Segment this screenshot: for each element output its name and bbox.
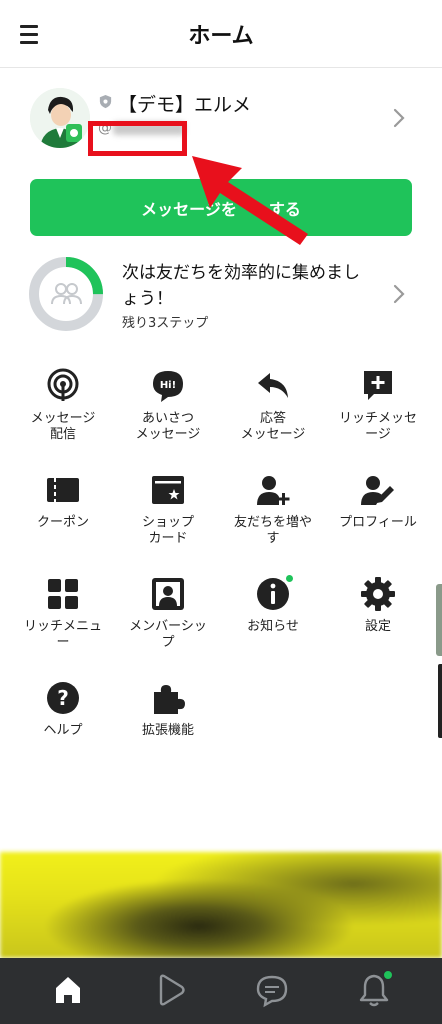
menu-item-auto-reply[interactable]: 応答 メッセージ bbox=[218, 368, 328, 443]
promo-banner[interactable] bbox=[0, 852, 442, 958]
rich-menu-icon bbox=[48, 579, 78, 609]
play-icon[interactable] bbox=[152, 972, 188, 1008]
svg-text:?: ? bbox=[57, 686, 69, 710]
side-scroll-handle[interactable] bbox=[436, 584, 442, 656]
menu-item-settings[interactable]: 設定 bbox=[323, 576, 433, 635]
rich-message-icon bbox=[364, 371, 392, 400]
home-icon[interactable] bbox=[50, 972, 86, 1008]
account-profile-row[interactable]: 【デモ】エルメ @ bbox=[0, 68, 442, 168]
announcement-badge bbox=[285, 574, 294, 583]
menu-item-add-friends[interactable]: 友だちを増やす bbox=[218, 472, 328, 547]
setup-steps-card[interactable]: 次は友だちを効率的に集めましょう！ 残り3ステップ bbox=[0, 250, 442, 342]
menu-item-profile[interactable]: プロフィール bbox=[323, 472, 433, 531]
chevron-right-icon[interactable] bbox=[390, 282, 408, 306]
chevron-right-icon[interactable] bbox=[390, 106, 408, 130]
help-icon: ? bbox=[47, 682, 79, 714]
menu-item-help[interactable]: ? ヘルプ bbox=[8, 680, 118, 739]
menu-item-broadcast[interactable]: メッセージ 配信 bbox=[8, 368, 118, 443]
profile-edit-icon bbox=[361, 476, 394, 505]
friends-icon bbox=[51, 283, 82, 305]
menu-item-greeting[interactable]: Hi! あいさつ メッセージ bbox=[113, 368, 223, 443]
add-friend-icon bbox=[257, 476, 290, 505]
annotation-highlight-box bbox=[88, 121, 187, 156]
coupon-icon bbox=[47, 478, 79, 502]
menu-item-rich-message[interactable]: リッチメッセ ージ bbox=[323, 368, 433, 443]
shield-icon bbox=[99, 94, 112, 109]
page-title: ホーム bbox=[188, 24, 254, 49]
svg-text:Hi!: Hi! bbox=[160, 380, 176, 391]
greeting-icon: Hi! bbox=[153, 371, 183, 402]
account-name: 【デモ】エルメ bbox=[118, 94, 252, 116]
notification-badge bbox=[383, 970, 393, 980]
steps-title: 次は友だちを効率的に集めましょう！ bbox=[122, 263, 360, 309]
menu-item-extensions[interactable]: 拡張機能 bbox=[113, 680, 223, 739]
broadcast-icon bbox=[47, 368, 79, 401]
gear-icon bbox=[361, 577, 395, 611]
reply-icon bbox=[258, 373, 288, 398]
app-header: ホーム bbox=[0, 0, 442, 68]
send-message-button[interactable]: メッセージを する bbox=[30, 179, 412, 236]
membership-icon bbox=[152, 578, 184, 610]
side-scroll-handle-dark[interactable] bbox=[438, 664, 442, 738]
menu-item-rich-menu[interactable]: リッチメニュー bbox=[8, 576, 118, 651]
send-message-label-left: メッセージを bbox=[141, 199, 237, 219]
bottom-navigation bbox=[0, 958, 442, 1024]
steps-remaining: 残り3ステップ bbox=[122, 316, 209, 331]
menu-item-shop-card[interactable]: ショップ カード bbox=[113, 472, 223, 547]
menu-item-coupon[interactable]: クーポン bbox=[8, 472, 118, 531]
puzzle-icon bbox=[154, 685, 185, 714]
menu-item-membership[interactable]: メンバーシップ bbox=[113, 576, 223, 651]
progress-ring bbox=[29, 257, 103, 331]
send-message-label-right: する bbox=[268, 199, 301, 219]
shop-card-icon bbox=[152, 476, 184, 504]
menu-item-announcements[interactable]: お知らせ bbox=[218, 574, 328, 635]
account-avatar bbox=[30, 88, 90, 148]
chat-icon[interactable] bbox=[254, 972, 290, 1008]
